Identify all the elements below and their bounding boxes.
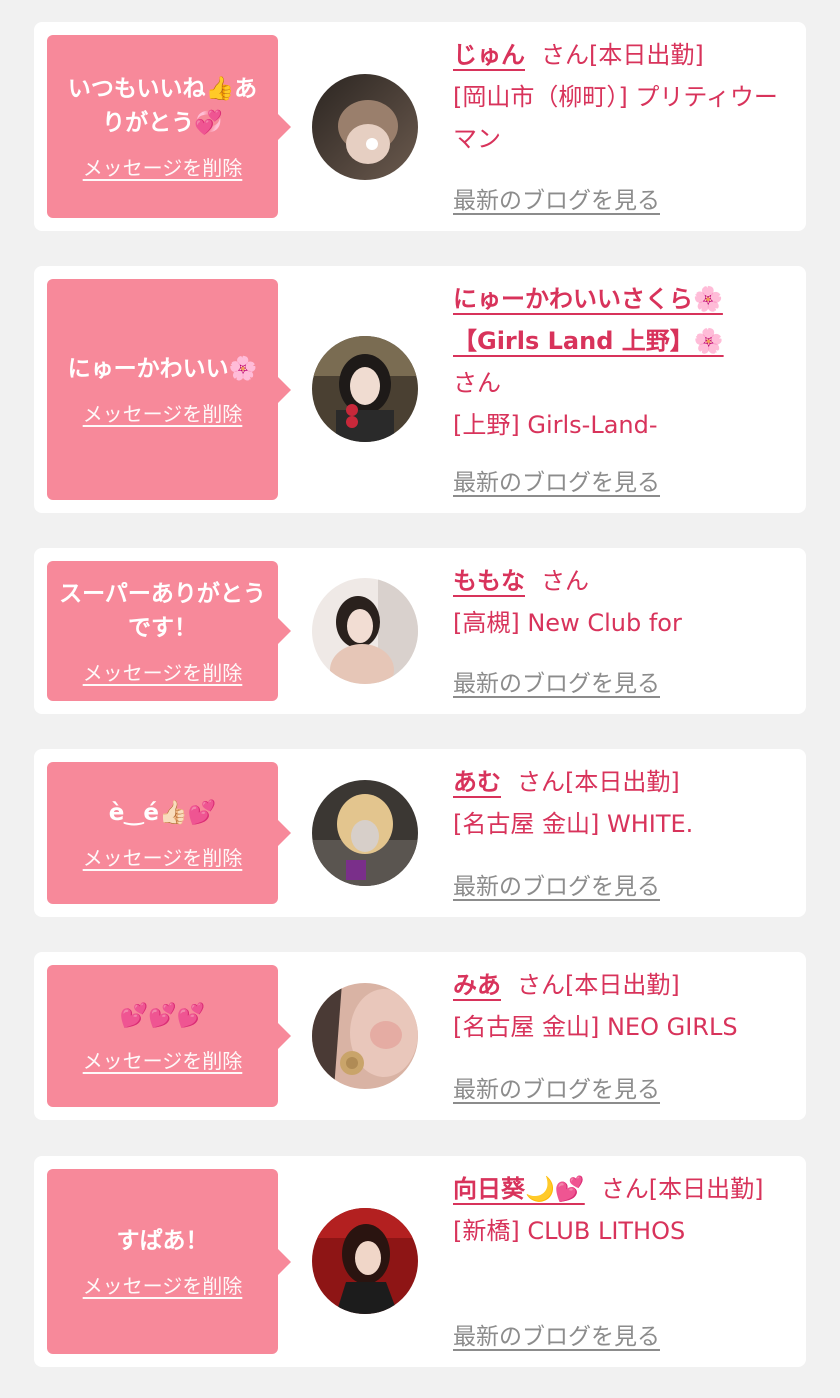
avatar[interactable] <box>312 1208 418 1314</box>
avatar[interactable] <box>312 336 418 442</box>
avatar[interactable] <box>312 983 418 1089</box>
status-label: [本日出勤] <box>589 41 704 69</box>
store-name: [新橋] CLUB LITHOS <box>453 1217 686 1245</box>
message-text: すぱあ！ <box>116 1228 209 1254</box>
store-name: [名古屋 金山] NEO GIRLS <box>453 1013 738 1041</box>
message-text: にゅーかわいい🌸 <box>67 356 258 382</box>
cast-name-link[interactable]: じゅん <box>453 41 525 69</box>
message-text: いつもいいね👍ありがとう💞 <box>67 76 258 136</box>
store-name: [岡山市（柳町）] プリティウーマン <box>453 83 778 153</box>
cast-info: 向日葵🌙💕 さん[本日出勤] [新橋] CLUB LITHOS <box>453 1168 788 1252</box>
cast-name-link[interactable]: にゅーかわいいさくら🌸【Girls Land 上野】🌸 <box>453 285 724 355</box>
delete-message-link[interactable]: メッセージを削除 <box>83 842 243 871</box>
cast-info: あむ さん[本日出勤] [名古屋 金山] WHITE. <box>453 761 788 845</box>
honorific: さん <box>541 567 589 595</box>
latest-blog-link[interactable]: 最新のブログを見る <box>453 867 660 901</box>
cast-info: ももな さん [高槻] New Club for <box>453 560 788 644</box>
message-bubble: いつもいいね👍ありがとう💞 メッセージを削除 <box>47 35 291 218</box>
message-bubble: è‿é👍🏻💕 メッセージを削除 <box>47 762 291 904</box>
latest-blog-link[interactable]: 最新のブログを見る <box>453 1070 660 1104</box>
message-card: すぱあ！ メッセージを削除 向日葵🌙💕 さん[本日出勤] [新橋] CLUB LI… <box>34 1156 806 1367</box>
latest-blog-link[interactable]: 最新のブログを見る <box>453 1317 660 1351</box>
status-label: [本日出勤] <box>648 1175 764 1203</box>
cast-name-link[interactable]: あむ <box>453 768 501 796</box>
honorific: さん <box>517 768 565 796</box>
message-card: いつもいいね👍ありがとう💞 メッセージを削除 じゅん さん[本日出勤] [岡山市（… <box>34 22 806 231</box>
latest-blog-link[interactable]: 最新のブログを見る <box>453 664 660 698</box>
cast-name-link[interactable]: 向日葵🌙💕 <box>453 1175 585 1203</box>
cast-info: じゅん さん[本日出勤] [岡山市（柳町）] プリティウーマン <box>453 34 788 160</box>
message-card: 💕💕💕 メッセージを削除 みあ さん[本日出勤] [名古屋 金山] NEO GIR… <box>34 952 806 1120</box>
message-card: にゅーかわいい🌸 メッセージを削除 にゅーかわいいさくら🌸【Girls Land… <box>34 266 806 513</box>
delete-message-link[interactable]: メッセージを削除 <box>83 657 243 686</box>
avatar[interactable] <box>312 780 418 886</box>
message-bubble: スーパーありがとうです！ メッセージを削除 <box>47 561 291 701</box>
message-text: 💕💕💕 <box>119 1002 206 1029</box>
cast-info: みあ さん[本日出勤] [名古屋 金山] NEO GIRLS <box>453 964 788 1048</box>
store-name: [高槻] New Club for <box>453 609 682 637</box>
message-bubble: 💕💕💕 メッセージを削除 <box>47 965 291 1107</box>
cast-info: にゅーかわいいさくら🌸【Girls Land 上野】🌸 さん [上野] Girl… <box>453 278 788 446</box>
honorific: さん <box>541 41 589 69</box>
message-bubble: すぱあ！ メッセージを削除 <box>47 1169 291 1354</box>
honorific: さん <box>453 369 501 397</box>
delete-message-link[interactable]: メッセージを削除 <box>83 1045 243 1074</box>
store-name: [上野] Girls-Land- <box>453 411 658 439</box>
honorific: さん <box>600 1175 649 1203</box>
delete-message-link[interactable]: メッセージを削除 <box>83 1270 243 1299</box>
cast-name-link[interactable]: みあ <box>453 971 501 999</box>
message-card: スーパーありがとうです！ メッセージを削除 ももな さん [高槻] New Clu… <box>34 548 806 714</box>
avatar[interactable] <box>312 578 418 684</box>
avatar[interactable] <box>312 74 418 180</box>
store-name: [名古屋 金山] WHITE. <box>453 810 694 838</box>
message-text: スーパーありがとうです！ <box>59 580 266 641</box>
latest-blog-link[interactable]: 最新のブログを見る <box>453 181 660 215</box>
status-label: [本日出勤] <box>565 768 680 796</box>
status-label: [本日出勤] <box>565 971 680 999</box>
cast-name-link[interactable]: ももな <box>453 567 525 595</box>
delete-message-link[interactable]: メッセージを削除 <box>83 398 243 427</box>
latest-blog-link[interactable]: 最新のブログを見る <box>453 463 660 497</box>
delete-message-link[interactable]: メッセージを削除 <box>83 152 243 181</box>
message-text: è‿é👍🏻💕 <box>108 799 217 826</box>
message-bubble: にゅーかわいい🌸 メッセージを削除 <box>47 279 291 500</box>
honorific: さん <box>517 971 565 999</box>
message-card: è‿é👍🏻💕 メッセージを削除 あむ さん[本日出勤] [名古屋 金山] WHIT… <box>34 749 806 917</box>
